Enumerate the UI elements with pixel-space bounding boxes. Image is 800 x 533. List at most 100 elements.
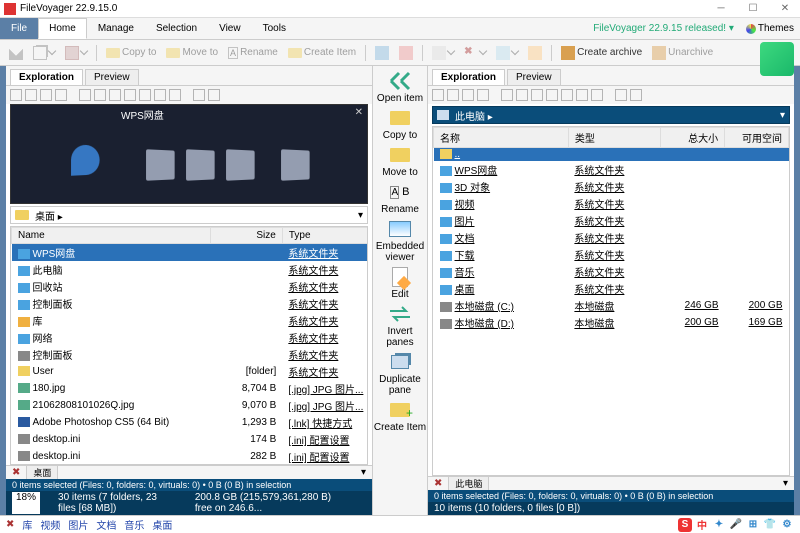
table-row[interactable]: 本地磁盘 (D:)本地磁盘200 GB169 GB	[434, 314, 789, 331]
rename-button[interactable]: ARename	[225, 46, 281, 60]
mtool-icon[interactable]	[40, 89, 52, 101]
mtool-icon[interactable]	[477, 89, 489, 101]
bottom-link[interactable]: 库	[22, 521, 32, 532]
left-tab-preview[interactable]: Preview	[85, 69, 139, 85]
breadcrumb-dropdown-icon[interactable]: ▾	[780, 110, 785, 121]
left-footer-tab[interactable]: 桌面	[26, 465, 58, 480]
col-type[interactable]: 类型	[568, 128, 660, 148]
table-row[interactable]: WPS网盘系统文件夹	[12, 244, 369, 262]
right-breadcrumb[interactable]: 此电脑 ▸ ▾	[432, 106, 790, 124]
copy-button[interactable]	[30, 45, 58, 61]
footer-down-icon[interactable]: ▾	[783, 478, 788, 489]
table-row[interactable]: desktop.ini282 B[.ini] 配置设置2022-10-8 9:4…	[12, 448, 369, 465]
right-tab-preview[interactable]: Preview	[507, 69, 561, 85]
moveto-button[interactable]: Move to	[163, 46, 221, 59]
footer-close-icon[interactable]: ✖	[12, 467, 20, 478]
menu-home[interactable]: Home	[38, 18, 87, 39]
table-row[interactable]: 桌面系统文件夹	[434, 280, 789, 297]
right-tab-exploration[interactable]: Exploration	[432, 69, 505, 85]
left-filegrid[interactable]: Name Size Type Modification date WPS网盘系统…	[10, 226, 368, 465]
right-edge[interactable]	[794, 66, 800, 515]
mtool-icon[interactable]	[124, 89, 136, 101]
unarchive-button[interactable]: Unarchive	[649, 45, 716, 61]
left-tab-exploration[interactable]: Exploration	[10, 69, 83, 85]
table-row[interactable]: 3D 对象系统文件夹	[434, 178, 789, 195]
mtool-icon[interactable]	[169, 89, 181, 101]
table-row[interactable]: 回收站系统文件夹	[12, 278, 369, 295]
copyto-center-button[interactable]: Copy to	[383, 107, 417, 141]
footer-down-icon[interactable]: ▾	[361, 467, 366, 478]
mtool-icon[interactable]	[630, 89, 642, 101]
table-row[interactable]: 本地磁盘 (C:)本地磁盘246 GB200 GB	[434, 297, 789, 314]
create-archive-button[interactable]: Create archive	[558, 45, 645, 61]
col-free[interactable]: 可用空间	[725, 128, 789, 148]
table-row[interactable]: desktop.ini174 B[.ini] 配置设置2019-12-7 16:…	[12, 431, 369, 448]
tool-c[interactable]	[429, 45, 457, 61]
mtool-icon[interactable]	[25, 89, 37, 101]
mtool-icon[interactable]	[79, 89, 91, 101]
invert-panes-button[interactable]: Invert panes	[373, 303, 427, 348]
bottom-close-icon[interactable]: ✖	[6, 519, 14, 530]
table-row[interactable]: 网络系统文件夹	[12, 329, 369, 346]
mtool-icon[interactable]	[546, 89, 558, 101]
tool-a[interactable]	[372, 45, 392, 61]
col-name[interactable]: 名称	[434, 128, 569, 148]
tool-d[interactable]: ✖	[461, 45, 489, 61]
ime-zh-icon[interactable]: 中	[695, 518, 709, 532]
table-row[interactable]: User[folder]系统文件夹2022-10-12 17:1...	[12, 363, 369, 380]
table-row[interactable]: 文档系统文件夹	[434, 229, 789, 246]
menu-tools[interactable]: Tools	[252, 18, 297, 39]
col-total[interactable]: 总大小	[661, 128, 725, 148]
createitem-center-button[interactable]: +Create Item	[374, 399, 426, 433]
mtool-icon[interactable]	[501, 89, 513, 101]
right-filegrid[interactable]: 名称 类型 总大小 可用空间 ..WPS网盘系统文件夹3D 对象系统文件夹视频系…	[432, 126, 790, 476]
mtool-icon[interactable]	[139, 89, 151, 101]
menu-view[interactable]: View	[208, 18, 252, 39]
table-row[interactable]: 下载系统文件夹	[434, 246, 789, 263]
menu-file[interactable]: File	[0, 18, 38, 39]
mtool-icon[interactable]	[432, 89, 444, 101]
mtool-icon[interactable]	[109, 89, 121, 101]
themes-button[interactable]: Themes	[740, 18, 800, 39]
paste-button[interactable]	[62, 45, 90, 61]
preview-close-icon[interactable]: ✕	[355, 107, 363, 118]
cut-button[interactable]	[6, 45, 26, 61]
mtool-icon[interactable]	[576, 89, 588, 101]
table-row[interactable]: 控制面板系统文件夹	[12, 295, 369, 312]
col-name[interactable]: Name	[12, 228, 211, 244]
menu-manage[interactable]: Manage	[87, 18, 145, 39]
edit-button[interactable]: Edit	[386, 266, 414, 300]
moveto-center-button[interactable]: Move to	[382, 144, 418, 178]
release-link[interactable]: FileVoyager 22.9.15 released! ▾	[587, 18, 740, 39]
embedded-viewer-button[interactable]: Embedded viewer	[373, 218, 427, 263]
footer-close-icon[interactable]: ✖	[434, 478, 442, 489]
bottom-link[interactable]: 图片	[68, 521, 88, 532]
minimize-button[interactable]: ─	[710, 3, 732, 14]
table-row[interactable]: WPS网盘系统文件夹	[434, 161, 789, 178]
close-button[interactable]: ✕	[774, 3, 796, 14]
mtool-icon[interactable]	[561, 89, 573, 101]
tool-f[interactable]	[525, 45, 545, 61]
col-type[interactable]: Type	[282, 228, 368, 244]
table-row[interactable]: 库系统文件夹	[12, 312, 369, 329]
bottom-link[interactable]: 桌面	[152, 521, 172, 532]
createitem-button[interactable]: Create Item	[285, 46, 359, 59]
table-row[interactable]: ..	[434, 148, 789, 162]
breadcrumb-dropdown-icon[interactable]: ▾	[358, 210, 363, 221]
mtool-icon[interactable]	[193, 89, 205, 101]
bottom-link[interactable]: 音乐	[124, 521, 144, 532]
open-item-button[interactable]: Open item	[377, 70, 423, 104]
mtool-icon[interactable]	[462, 89, 474, 101]
mtool-icon[interactable]	[516, 89, 528, 101]
bottom-link[interactable]: 文档	[96, 521, 116, 532]
mtool-icon[interactable]	[55, 89, 67, 101]
col-size[interactable]: Size	[211, 228, 283, 244]
tool-b[interactable]	[396, 45, 416, 61]
table-row[interactable]: 180.jpg8,704 B[.jpg] JPG 图片...2022-10-14…	[12, 380, 369, 397]
duplicate-pane-button[interactable]: Duplicate pane	[373, 351, 427, 396]
bottom-link[interactable]: 视频	[40, 521, 60, 532]
copyto-button[interactable]: Copy to	[103, 46, 159, 59]
left-breadcrumb[interactable]: 桌面 ▸ ▾	[10, 206, 368, 224]
table-row[interactable]: 控制面板系统文件夹	[12, 346, 369, 363]
table-row[interactable]: 视频系统文件夹	[434, 195, 789, 212]
